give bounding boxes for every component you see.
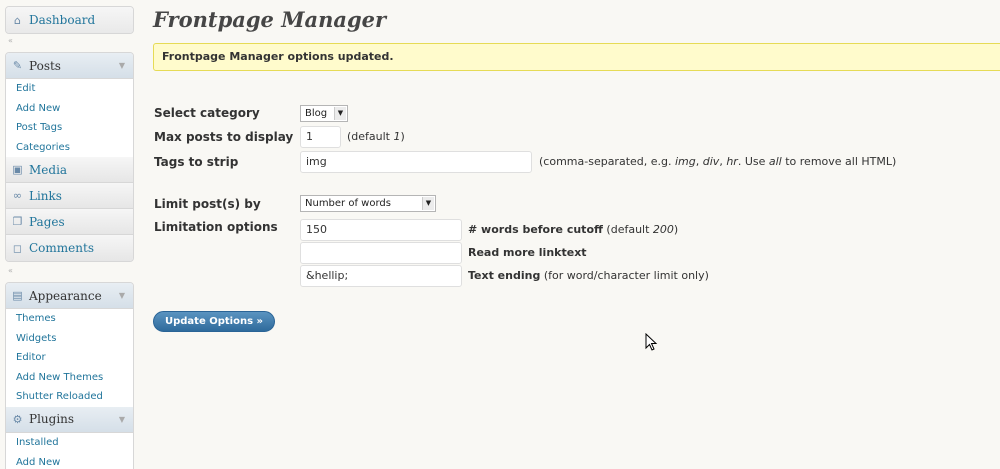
- category-select-value: Blog: [305, 108, 328, 119]
- appearance-icon: ▤: [12, 289, 23, 302]
- menu-links[interactable]: ∞ Links: [6, 183, 133, 210]
- menu-media-label: Media: [29, 162, 68, 177]
- mouse-cursor-icon: [645, 333, 658, 351]
- submenu-item-installed[interactable]: Installed: [6, 433, 133, 453]
- media-icon: ▣: [12, 163, 23, 177]
- readmore-label: Read more linktext: [468, 246, 587, 259]
- submenu-item-categories[interactable]: Categories: [6, 138, 133, 158]
- tags-input[interactable]: img: [300, 151, 532, 173]
- pages-icon: ❐: [12, 215, 23, 229]
- menu-group-dashboard: ⌂ Dashboard: [5, 6, 134, 34]
- plugin-icon: ⚙: [12, 412, 23, 426]
- words-cutoff-hint-post: ): [673, 223, 679, 236]
- tags-hint-mid: . Use: [737, 155, 769, 168]
- submenu-item-plugins-add-new[interactable]: Add New: [6, 453, 133, 469]
- collapse-separator[interactable]: «: [8, 36, 13, 45]
- tags-hint-hr: hr: [726, 155, 738, 168]
- tags-hint-div: div: [702, 155, 720, 168]
- chevron-down-icon[interactable]: ▼: [119, 61, 125, 70]
- pin-icon: ✎: [12, 59, 23, 72]
- words-cutoff-label: # words before cutoff: [468, 223, 603, 236]
- admin-sidebar: ⌂ Dashboard « ✎ Posts ▼ Edit Add New Pos…: [0, 0, 145, 469]
- limit-by-label: Limit post(s) by: [154, 197, 261, 211]
- words-cutoff-hint-value: 200: [652, 223, 674, 236]
- notice-text: Frontpage Manager options updated.: [162, 50, 394, 63]
- chevron-down-icon: ▼: [334, 107, 346, 120]
- chevron-down-icon[interactable]: ▼: [119, 415, 125, 424]
- tags-hint-sep1: ,: [695, 155, 703, 168]
- submenu-item-edit[interactable]: Edit: [6, 79, 133, 99]
- max-posts-hint-pre: (default: [347, 130, 394, 143]
- comment-icon: ◻: [12, 241, 23, 255]
- max-posts-hint-post: ): [400, 130, 405, 143]
- limit-by-select[interactable]: Number of words ▼: [300, 195, 436, 212]
- submenu-item-themes[interactable]: Themes: [6, 309, 133, 329]
- readmore-hint: Read more linktext: [468, 246, 587, 259]
- tags-label: Tags to strip: [154, 155, 239, 169]
- text-ending-hint-text: (for word/character limit only): [540, 269, 709, 282]
- limit-by-select-value: Number of words: [305, 198, 391, 209]
- plugins-submenu: Installed Add New: [6, 432, 133, 469]
- text-ending-label: Text ending: [468, 269, 541, 282]
- submenu-item-widgets[interactable]: Widgets: [6, 329, 133, 349]
- submenu-item-editor[interactable]: Editor: [6, 348, 133, 368]
- menu-pages[interactable]: ❐ Pages: [6, 209, 133, 236]
- menu-comments[interactable]: ◻ Comments: [6, 235, 133, 262]
- menu-comments-label: Comments: [29, 241, 94, 256]
- text-ending-input[interactable]: &hellip;: [300, 265, 462, 287]
- menu-appearance[interactable]: ▤ Appearance ▼: [6, 283, 133, 309]
- tags-hint-post: to remove all HTML): [781, 155, 897, 168]
- menu-posts-label: Posts: [29, 58, 61, 73]
- menu-media[interactable]: ▣ Media: [6, 157, 133, 184]
- submenu-item-add-new-themes[interactable]: Add New Themes: [6, 368, 133, 388]
- tags-hint-pre: (comma-separated, e.g.: [539, 155, 675, 168]
- menu-appearance-label: Appearance: [29, 288, 102, 303]
- words-cutoff-hint-pre: (default: [602, 223, 653, 236]
- submenu-item-post-tags[interactable]: Post Tags: [6, 118, 133, 138]
- menu-group-content: ✎ Posts ▼ Edit Add New Post Tags Categor…: [5, 52, 134, 263]
- readmore-input[interactable]: [300, 242, 462, 264]
- max-posts-input[interactable]: 1: [300, 126, 341, 148]
- posts-submenu: Edit Add New Post Tags Categories: [6, 79, 133, 158]
- submenu-item-shutter-reloaded[interactable]: Shutter Reloaded: [6, 387, 133, 407]
- appearance-submenu: Themes Widgets Editor Add New Themes Shu…: [6, 309, 133, 407]
- link-icon: ∞: [12, 189, 23, 203]
- menu-dashboard-label: Dashboard: [29, 13, 96, 27]
- menu-dashboard[interactable]: ⌂ Dashboard: [6, 7, 133, 33]
- chevron-down-icon[interactable]: ▼: [119, 291, 125, 300]
- tags-hint-all: all: [768, 155, 782, 168]
- updated-notice: Frontpage Manager options updated.: [153, 43, 1000, 71]
- tags-hint: (comma-separated, e.g. img, div, hr. Use…: [539, 155, 896, 168]
- menu-links-label: Links: [29, 188, 62, 203]
- max-posts-hint-value: 1: [393, 130, 401, 143]
- menu-plugins[interactable]: ⚙ Plugins ▼: [6, 406, 133, 433]
- page-title: Frontpage Manager: [153, 7, 387, 32]
- words-cutoff-input[interactable]: 150: [300, 219, 462, 241]
- menu-pages-label: Pages: [29, 214, 65, 229]
- category-label: Select category: [154, 106, 260, 120]
- menu-group-settings: ▤ Appearance ▼ Themes Widgets Editor Add…: [5, 282, 134, 469]
- update-options-button[interactable]: Update Options »: [153, 311, 275, 332]
- max-posts-label: Max posts to display: [154, 130, 294, 144]
- house-icon: ⌂: [14, 13, 21, 27]
- text-ending-hint: Text ending (for word/character limit on…: [468, 269, 709, 282]
- menu-posts[interactable]: ✎ Posts ▼: [6, 53, 133, 79]
- collapse-separator-2[interactable]: «: [8, 266, 13, 275]
- limitation-label: Limitation options: [154, 220, 278, 234]
- submenu-item-add-new[interactable]: Add New: [6, 99, 133, 119]
- menu-plugins-label: Plugins: [29, 412, 75, 427]
- chevron-down-icon: ▼: [422, 197, 434, 210]
- category-select[interactable]: Blog ▼: [300, 105, 348, 122]
- max-posts-hint: (default 1): [347, 130, 405, 143]
- tags-hint-img: img: [675, 155, 696, 168]
- words-cutoff-hint: # words before cutoff (default 200): [468, 223, 678, 236]
